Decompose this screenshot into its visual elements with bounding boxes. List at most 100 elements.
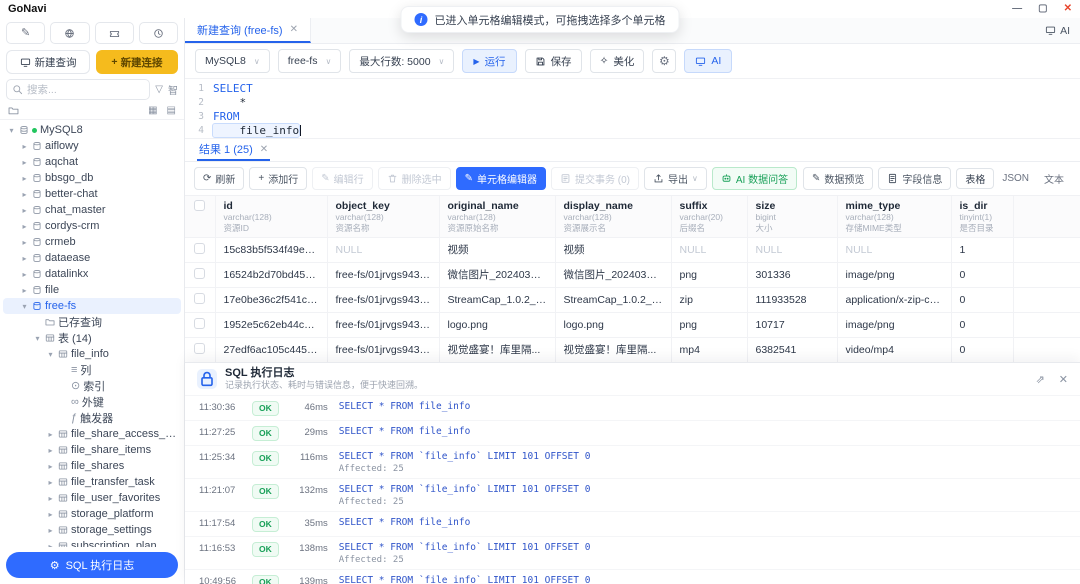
row-checkbox[interactable] bbox=[194, 342, 206, 354]
edit-row-button[interactable]: ✎ 编辑行 bbox=[312, 167, 373, 190]
table-cell[interactable]: 16524b2d70bd4527... bbox=[215, 262, 328, 288]
close-log-icon[interactable]: ✕ bbox=[1059, 373, 1068, 386]
tree-item-dataease[interactable]: ▸ dataease bbox=[3, 250, 181, 266]
tree-item-file_user_favorites[interactable]: ▸ file_user_favorites bbox=[3, 490, 181, 506]
table-cell[interactable]: video/mp4 bbox=[837, 337, 952, 362]
table-cell[interactable]: png bbox=[671, 312, 748, 338]
table-cell[interactable]: free-fs/01jrvgs943q... bbox=[327, 287, 440, 313]
editor-line-4[interactable]: 4 file_info bbox=[185, 122, 1080, 138]
chevron-right-icon[interactable]: ▸ bbox=[20, 254, 29, 263]
tree-item-bbsgo_db[interactable]: ▸ bbsgo_db bbox=[3, 170, 181, 186]
chevron-down-icon[interactable]: ▾ bbox=[33, 334, 42, 343]
tree-item-file_shares[interactable]: ▸ file_shares bbox=[3, 458, 181, 474]
table-cell[interactable]: 1952e5c62eb44ce8... bbox=[215, 312, 328, 338]
table-cell[interactable]: application/x-zip-co... bbox=[837, 287, 952, 313]
globe-tool-button[interactable] bbox=[50, 22, 90, 44]
table-cell[interactable]: 10717 bbox=[747, 312, 838, 338]
search-input[interactable] bbox=[27, 83, 145, 96]
max-rows-select[interactable]: 最大行数: 5000 ∨ bbox=[349, 49, 455, 73]
result-tab-close-icon[interactable]: ✕ bbox=[260, 144, 268, 155]
table-cell[interactable]: image/png bbox=[837, 262, 952, 288]
table-cell[interactable]: free-fs/01jrvgs943q... bbox=[327, 262, 440, 288]
chevron-right-icon[interactable]: ▸ bbox=[20, 270, 29, 279]
database-select[interactable]: free-fs ∨ bbox=[277, 49, 342, 73]
tree-item-better-chat[interactable]: ▸ better-chat bbox=[3, 186, 181, 202]
save-button[interactable]: 保存 bbox=[524, 49, 582, 73]
table-cell[interactable]: NULL bbox=[837, 237, 952, 263]
table-cell[interactable]: 0 bbox=[951, 262, 1014, 288]
table-cell[interactable]: mp4 bbox=[671, 337, 748, 362]
table-cell[interactable]: NULL bbox=[327, 237, 440, 263]
table-cell[interactable]: 视觉盛宴！库里隔... bbox=[439, 337, 556, 362]
new-query-button[interactable]: 新建查询 bbox=[6, 50, 90, 74]
chevron-right-icon[interactable]: ▸ bbox=[46, 510, 55, 519]
view-table-option[interactable]: 表格 bbox=[956, 168, 995, 189]
row-checkbox[interactable] bbox=[194, 242, 206, 254]
column-header-mime_type[interactable]: mime_type varchar(128) 存储MIME类型 bbox=[837, 196, 952, 238]
column-header-original_name[interactable]: original_name varchar(128) 资源原始名称 bbox=[439, 196, 556, 238]
edit-tool-button[interactable]: ✎ bbox=[6, 22, 46, 44]
table-cell[interactable]: image/png bbox=[837, 312, 952, 338]
result-tab[interactable]: 结果 1 (25) ✕ bbox=[197, 139, 271, 161]
chevron-right-icon[interactable]: ▸ bbox=[46, 430, 55, 439]
connection-select[interactable]: MySQL8 ∨ bbox=[195, 49, 270, 73]
refresh-button[interactable]: ⟳ 刷新 bbox=[194, 167, 245, 190]
table-cell[interactable]: StreamCap_1.0.2_2_... bbox=[555, 287, 672, 313]
sql-log-button[interactable]: ⚙ SQL 执行日志 bbox=[6, 552, 178, 578]
list-view-icon[interactable]: ▤ bbox=[167, 105, 176, 116]
chevron-right-icon[interactable]: ▸ bbox=[20, 142, 29, 151]
chevron-right-icon[interactable]: ▸ bbox=[46, 462, 55, 471]
filter-icon[interactable]: ▽ bbox=[155, 84, 163, 95]
delete-selected-button[interactable]: 删除选中 bbox=[377, 167, 451, 190]
table-cell[interactable]: 0 bbox=[951, 287, 1014, 313]
chevron-down-icon[interactable]: ▾ bbox=[7, 126, 16, 135]
close-button[interactable]: ✕ bbox=[1064, 4, 1072, 14]
log-entry[interactable]: 11:17:54 OK 35ms SELECT * FROM file_info bbox=[185, 511, 1080, 536]
tree-item-storage_platform[interactable]: ▸ storage_platform bbox=[3, 506, 181, 522]
chevron-right-icon[interactable]: ▸ bbox=[20, 286, 29, 295]
column-header-suffix[interactable]: suffix varchar(20) 后缀名 bbox=[671, 196, 748, 238]
row-checkbox[interactable] bbox=[194, 317, 206, 329]
row-checkbox[interactable] bbox=[194, 267, 206, 279]
settings-button[interactable]: ⚙ bbox=[652, 49, 677, 73]
tree-item-表 (14)[interactable]: ▾ 表 (14) bbox=[3, 330, 181, 346]
column-header-is_dir[interactable]: is_dir tinyint(1) 是否目录 bbox=[951, 196, 1014, 238]
log-entry[interactable]: 11:21:07 OK 132ms SELECT * FROM `file_info`… bbox=[185, 478, 1080, 511]
folder-icon[interactable] bbox=[8, 105, 19, 116]
table-cell[interactable]: 微信图片_20240326... bbox=[555, 262, 672, 288]
table-cell[interactable]: 27edf6ac105c44598... bbox=[215, 337, 328, 362]
table-cell[interactable]: free-fs/01jrvgs943q... bbox=[327, 312, 440, 338]
tab-new-query[interactable]: 新建查询 (free-fs) ✕ bbox=[185, 18, 311, 43]
chevron-right-icon[interactable]: ▸ bbox=[20, 158, 29, 167]
tree-item-MySQL8[interactable]: ▾ MySQL8 bbox=[3, 122, 181, 138]
maximize-button[interactable]: ▢ bbox=[1038, 4, 1047, 14]
editor-line-2[interactable]: 2 * bbox=[185, 95, 1080, 109]
chevron-right-icon[interactable]: ▸ bbox=[20, 238, 29, 247]
column-header-object_key[interactable]: object_key varchar(128) 资源名称 bbox=[327, 196, 440, 238]
ai-data-qa-button[interactable]: AI 数据问答 bbox=[711, 167, 798, 190]
table-cell[interactable]: logo.png bbox=[439, 312, 556, 338]
tree-item-file_share_items[interactable]: ▸ file_share_items bbox=[3, 442, 181, 458]
ai-corner-button[interactable]: AI bbox=[1045, 25, 1070, 37]
tree-item-file_info[interactable]: ▾ file_info bbox=[3, 346, 181, 362]
view-json-option[interactable]: JSON bbox=[995, 171, 1036, 186]
select-all-header[interactable] bbox=[185, 196, 216, 238]
chevron-right-icon[interactable]: ▸ bbox=[20, 190, 29, 199]
table-cell[interactable]: 视频 bbox=[439, 237, 556, 263]
column-header-id[interactable]: id varchar(128) 资源ID bbox=[215, 196, 328, 238]
sql-editor[interactable]: 1 SELECT 2 * 3 FROM 4 file_info bbox=[185, 78, 1080, 138]
chevron-right-icon[interactable]: ▸ bbox=[20, 174, 29, 183]
field-info-button[interactable]: 字段信息 bbox=[878, 167, 952, 190]
history-tool-button[interactable] bbox=[138, 22, 178, 44]
tree-item-外键[interactable]: ∞ 外键 bbox=[3, 394, 181, 410]
tree-item-cordys-crm[interactable]: ▸ cordys-crm bbox=[3, 218, 181, 234]
table-cell[interactable]: 0 bbox=[951, 337, 1014, 362]
column-header-display_name[interactable]: display_name varchar(128) 资源展示名 bbox=[555, 196, 672, 238]
add-row-button[interactable]: + 添加行 bbox=[249, 167, 308, 190]
tab-close-icon[interactable]: ✕ bbox=[290, 24, 298, 35]
grid-view-icon[interactable]: ▦ bbox=[148, 105, 157, 116]
table-cell[interactable]: 微信图片_20240326... bbox=[439, 262, 556, 288]
table-cell[interactable]: png bbox=[671, 262, 748, 288]
table-cell[interactable]: 1 bbox=[951, 237, 1014, 263]
chevron-right-icon[interactable]: ▸ bbox=[46, 478, 55, 487]
